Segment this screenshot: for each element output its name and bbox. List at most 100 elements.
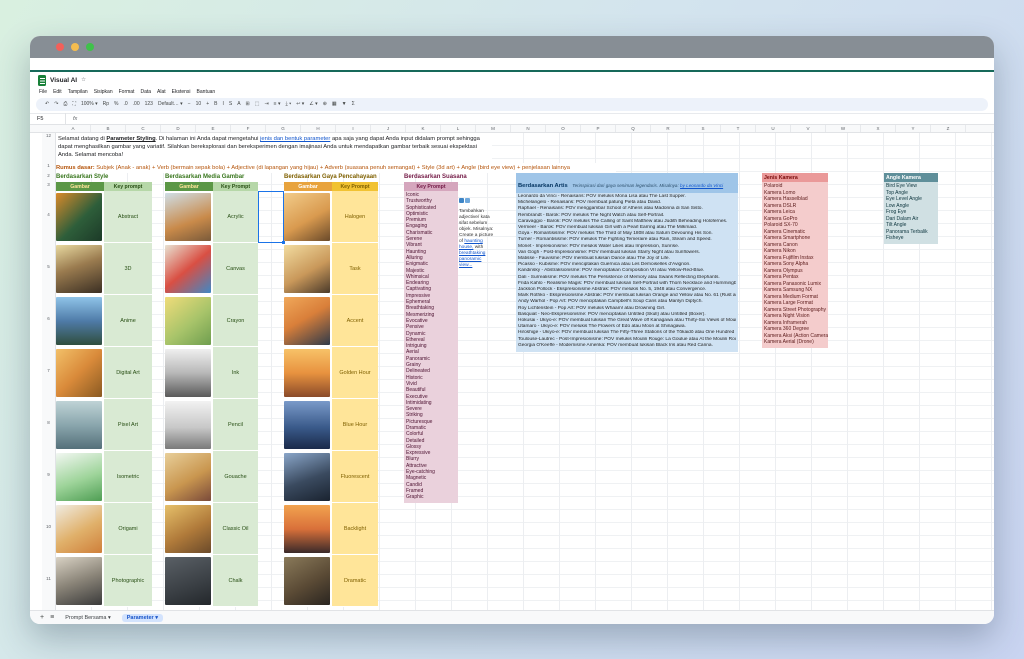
redo-icon[interactable]: ↷ [54,98,58,111]
list-item[interactable]: Graphic [406,494,458,500]
menu-item[interactable]: Data [140,89,151,95]
row-header[interactable]: 5 [42,264,55,269]
thumbnail-image[interactable] [165,349,211,397]
key-prompt-cell[interactable]: Ink [213,347,258,399]
menu-item[interactable]: Bantuan [197,89,216,95]
vertical-align-icon[interactable]: ⤓ ▾ [286,98,292,111]
column-header[interactable]: V [791,125,826,132]
column-header[interactable]: R [651,125,686,132]
column-header[interactable]: W [826,125,861,132]
thumbnail-image[interactable] [284,245,330,293]
column-header[interactable]: T [721,125,756,132]
key-prompt-cell[interactable]: Accent [332,295,378,347]
minimize-window-button[interactable] [71,43,79,51]
text-rotation-icon[interactable]: ∠ ▾ [309,98,317,111]
close-window-button[interactable] [56,43,64,51]
fill-color-icon[interactable]: ⊞ [246,98,250,111]
name-box[interactable]: F5 [30,113,66,125]
thumbnail-image[interactable] [56,297,102,345]
row-header[interactable]: 8 [42,420,55,425]
key-prompt-cell[interactable]: Task [332,243,378,295]
row-header[interactable]: 10 [42,524,55,529]
menu-item[interactable]: Edit [53,89,62,95]
thumbnail-image[interactable] [165,401,211,449]
column-header[interactable]: M [476,125,511,132]
text-wrap-icon[interactable]: ↩ ▾ [296,98,304,111]
key-prompt-cell[interactable]: Dramatic [332,555,378,607]
thumbnail-image[interactable] [165,193,211,241]
key-prompt-cell[interactable]: Halogen [332,191,378,243]
borders-icon[interactable]: ⬚ [255,98,260,111]
zoom-select[interactable]: 100% ▾ [81,98,98,111]
row-header[interactable]: 7 [42,368,55,373]
row-header[interactable]: 3 [42,182,55,187]
increase-decimal-icon[interactable]: .00 [133,98,140,111]
thumbnail-image[interactable] [165,245,211,293]
tab-parameter[interactable]: Parameter ▾ [122,614,163,622]
artis-link[interactable]: by Leonardo da Vinci [680,183,723,188]
key-prompt-cell[interactable]: Origami [104,503,152,555]
column-header[interactable]: H [301,125,336,132]
key-prompt-cell[interactable]: 3D [104,243,152,295]
column-header[interactable]: A [56,125,91,132]
key-prompt-cell[interactable]: Classic Oil [213,503,258,555]
menu-item[interactable]: Sisipkan [94,89,113,95]
thumbnail-image[interactable] [284,297,330,345]
menu-item[interactable]: File [39,89,47,95]
thumbnail-image[interactable] [284,557,330,605]
strikethrough-icon[interactable]: S [229,98,232,111]
insert-chart-icon[interactable]: ▦ [332,98,337,111]
increase-font-size-icon[interactable]: + [206,98,209,111]
key-prompt-cell[interactable]: Anime [104,295,152,347]
column-header[interactable]: E [196,125,231,132]
menu-item[interactable]: Format [119,89,135,95]
column-header[interactable]: K [406,125,441,132]
key-prompt-cell[interactable]: Canvas [213,243,258,295]
thumbnail-image[interactable] [56,349,102,397]
insert-link-icon[interactable]: ⊕ [323,98,327,111]
paint-format-icon[interactable]: ⛶ [72,98,76,111]
note-link[interactable]: breathtaking panoramic view... [459,251,485,268]
column-header[interactable]: P [581,125,616,132]
menu-item[interactable]: Tampilan [68,89,88,95]
thumbnail-image[interactable] [284,193,330,241]
thumbnail-image[interactable] [165,453,211,501]
key-prompt-cell[interactable]: Pencil [213,399,258,451]
key-prompt-cell[interactable]: Isometric [104,451,152,503]
thumbnail-image[interactable] [56,505,102,553]
thumbnail-image[interactable] [284,453,330,501]
key-prompt-cell[interactable]: Photographic [104,555,152,607]
key-prompt-cell[interactable]: Chalk [213,555,258,607]
row-header[interactable]: 2 [42,173,55,178]
sheet-grid[interactable]: 123456789101112 Selamat datang di Parame… [30,133,994,610]
column-header[interactable]: I [336,125,371,132]
row-header[interactable]: 1 [42,163,55,168]
column-header[interactable]: Q [616,125,651,132]
merge-cells-icon[interactable]: ⇥ [264,98,268,111]
key-prompt-cell[interactable]: Blue Hour [332,399,378,451]
menu-item[interactable]: Alat [157,89,166,95]
key-prompt-cell[interactable]: Digital Art [104,347,152,399]
text-color-icon[interactable]: A [237,98,240,111]
column-header[interactable]: X [861,125,896,132]
key-prompt-cell[interactable]: Abstract [104,191,152,243]
thumbnail-image[interactable] [56,453,102,501]
key-prompt-cell[interactable]: Pixel Art [104,399,152,451]
thumbnail-image[interactable] [284,401,330,449]
number-format-icon[interactable]: 123 [145,98,153,111]
decrease-decimal-icon[interactable]: .0 [123,98,127,111]
maximize-window-button[interactable] [86,43,94,51]
undo-icon[interactable]: ↶ [45,98,49,111]
thumbnail-image[interactable] [56,401,102,449]
key-prompt-cell[interactable]: Golden Hour [332,347,378,399]
row-header[interactable]: 11 [42,576,55,581]
currency-format-icon[interactable]: Rp [103,98,109,111]
list-item[interactable]: Kandinsky - Abstraksionisme: POV mencipt… [518,268,736,274]
list-item[interactable]: Fisheye [886,235,938,242]
font-size-input[interactable]: 10 [196,98,202,111]
list-item[interactable]: Toulouse-Lautrec - Post-Impresionisme: P… [518,337,736,343]
thumbnail-image[interactable] [165,557,211,605]
thumbnail-image[interactable] [165,297,211,345]
decrease-font-size-icon[interactable]: − [188,98,191,111]
key-prompt-cell[interactable]: Crayon [213,295,258,347]
